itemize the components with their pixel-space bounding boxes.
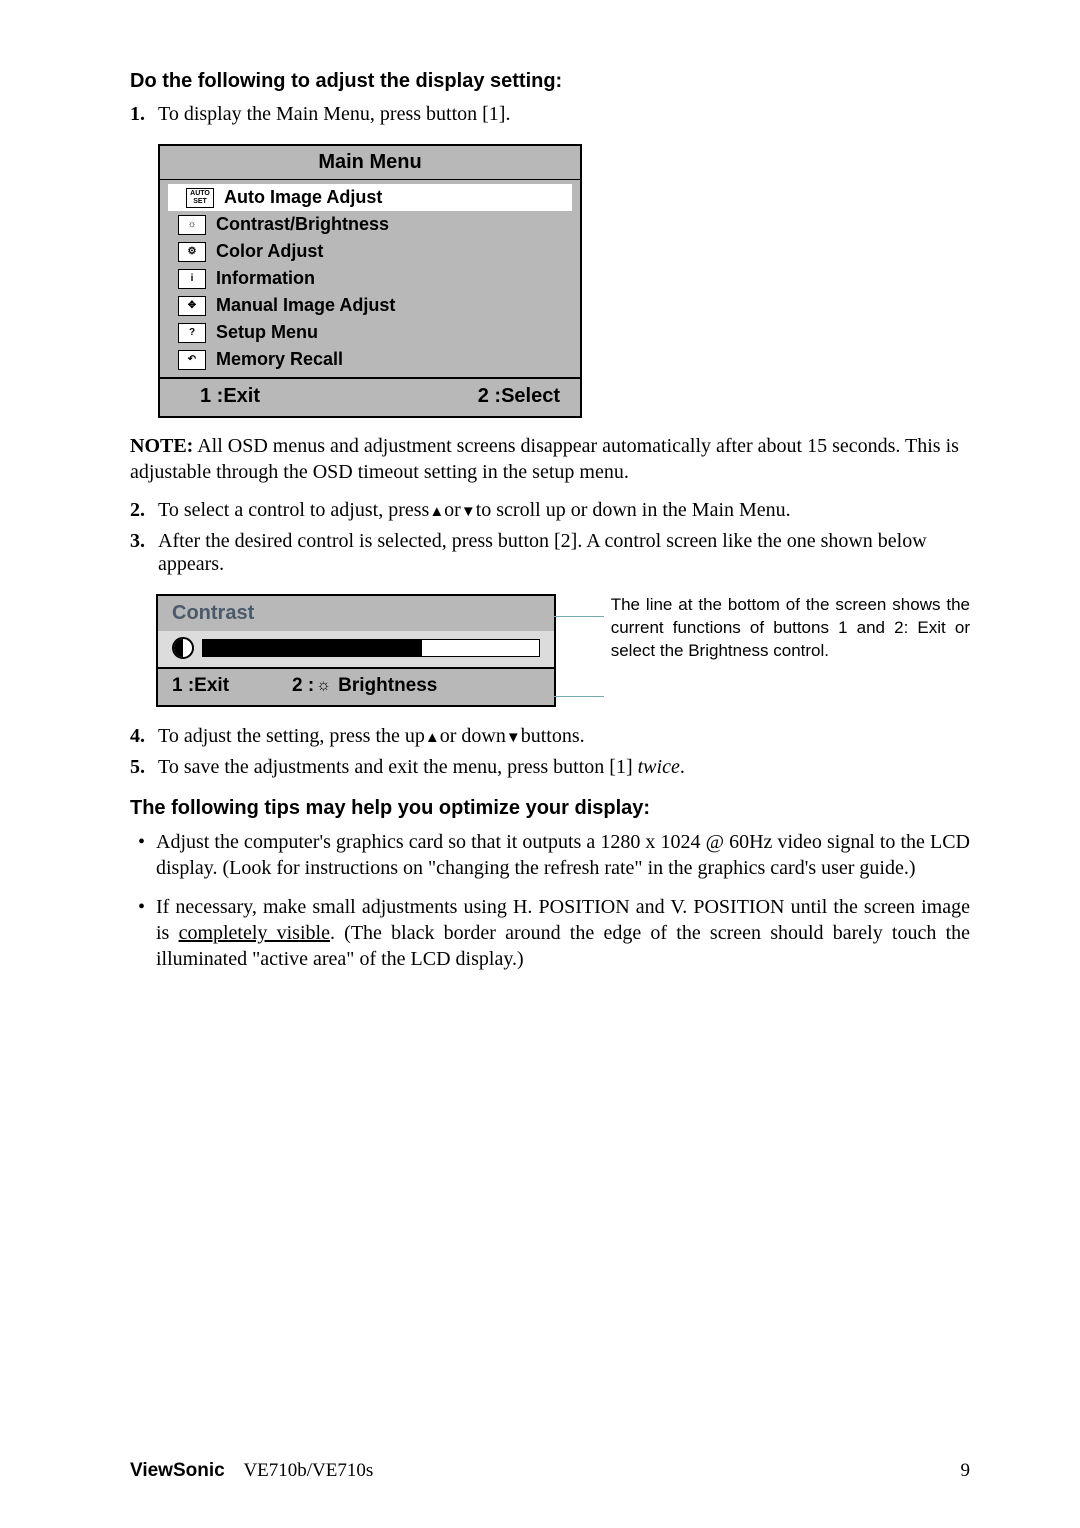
info-icon: i <box>178 269 206 289</box>
osd-label: Auto Image Adjust <box>224 187 382 208</box>
osd-body: AUTOSET Auto Image Adjust ☼ Contrast/Bri… <box>160 180 580 377</box>
osd-label: Contrast/Brightness <box>216 214 389 235</box>
step-text: To display the Main Menu, press button [… <box>158 103 970 126</box>
auto-set-icon: AUTOSET <box>186 188 214 208</box>
osd-row-auto-image-adjust: AUTOSET Auto Image Adjust <box>168 184 572 211</box>
text-part: or <box>444 499 461 521</box>
note-label: NOTE: <box>130 435 193 457</box>
memory-recall-icon: ↶ <box>178 350 206 370</box>
color-adjust-icon: ⚙ <box>178 242 206 262</box>
section-heading: Do the following to adjust the display s… <box>130 70 970 93</box>
text-part: . <box>680 756 685 778</box>
osd-footer: 1 :Exit 2 :Select <box>160 377 580 416</box>
page-number: 9 <box>961 1460 971 1482</box>
step-number: 2. <box>130 499 158 522</box>
text-part: buttons. <box>521 725 585 747</box>
sun-icon: ☼ <box>316 678 331 694</box>
footer-brand: ViewSonic <box>130 1460 225 1481</box>
step-number: 3. <box>130 530 158 576</box>
main-menu-osd: Main Menu AUTOSET Auto Image Adjust ☼ Co… <box>158 144 582 418</box>
osd-label: Color Adjust <box>216 241 323 262</box>
callout-text: The line at the bottom of the screen sho… <box>611 594 970 663</box>
step-text: To adjust the setting, press the up or do… <box>158 725 970 748</box>
tip-bullet-1: Adjust the computer's graphics card so t… <box>130 830 970 881</box>
osd-footer-select: 2 :Select <box>478 385 560 408</box>
slider-fill <box>203 640 422 656</box>
osd-label: Memory Recall <box>216 349 343 370</box>
text-part: or down <box>440 725 506 747</box>
osd-footer-exit: 1 :Exit <box>200 385 478 408</box>
text-part: To adjust the setting, press the up <box>158 725 425 747</box>
section-heading: The following tips may help you optimize… <box>130 797 970 820</box>
contrast-icon <box>172 637 194 659</box>
step-text: After the desired control is selected, p… <box>158 530 970 576</box>
contrast-footer: 1 :Exit 2 :☼ Brightness <box>158 667 554 705</box>
text-emphasis: twice <box>638 756 680 778</box>
step-number: 4. <box>130 725 158 748</box>
brightness-icon: ☼ <box>178 215 206 235</box>
step-text: To save the adjustments and exit the men… <box>158 756 970 779</box>
step-1: 1. To display the Main Menu, press butto… <box>130 103 970 126</box>
down-arrow-icon <box>506 725 521 747</box>
manual-adjust-icon: ✥ <box>178 296 206 316</box>
step-number: 1. <box>130 103 158 126</box>
osd-label: Information <box>216 268 315 289</box>
contrast-footer-brightness: 2 :☼ Brightness <box>292 675 437 697</box>
osd-row-setup-menu: ? Setup Menu <box>160 319 580 346</box>
note-paragraph: NOTE: All OSD menus and adjustment scree… <box>130 434 970 485</box>
contrast-footer-exit: 1 :Exit <box>172 675 292 697</box>
setup-menu-icon: ? <box>178 323 206 343</box>
step-text: To select a control to adjust, press orto… <box>158 499 970 522</box>
tip-bullet-2: If necessary, make small adjustments usi… <box>130 895 970 972</box>
step-4: 4. To adjust the setting, press the up or… <box>130 725 970 748</box>
text-part: To select a control to adjust, press <box>158 499 429 521</box>
osd-title: Main Menu <box>160 146 580 180</box>
osd-label: Setup Menu <box>216 322 318 343</box>
step-2: 2. To select a control to adjust, press o… <box>130 499 970 522</box>
text-underline: completely visible <box>179 922 330 944</box>
step-3: 3. After the desired control is selected… <box>130 530 970 576</box>
page-footer: ViewSonic VE710b/VE710s 9 <box>130 1460 970 1482</box>
osd-row-contrast-brightness: ☼ Contrast/Brightness <box>160 211 580 238</box>
footer-model: VE710b/VE710s <box>243 1460 373 1481</box>
osd-row-color-adjust: ⚙ Color Adjust <box>160 238 580 265</box>
step-5: 5. To save the adjustments and exit the … <box>130 756 970 779</box>
up-arrow-icon <box>429 499 444 521</box>
slider-track <box>202 639 540 657</box>
note-text: All OSD menus and adjustment screens dis… <box>130 435 959 483</box>
osd-row-memory-recall: ↶ Memory Recall <box>160 346 580 373</box>
down-arrow-icon <box>461 499 476 521</box>
osd-label: Manual Image Adjust <box>216 295 395 316</box>
step-number: 5. <box>130 756 158 779</box>
text-part: To save the adjustments and exit the men… <box>158 756 638 778</box>
contrast-slider-row <box>158 631 554 667</box>
contrast-osd: Contrast 1 :Exit 2 :☼ Brightness <box>156 594 556 707</box>
osd-row-information: i Information <box>160 265 580 292</box>
osd-row-manual-image-adjust: ✥ Manual Image Adjust <box>160 292 580 319</box>
contrast-title: Contrast <box>158 596 554 631</box>
up-arrow-icon <box>425 725 440 747</box>
text-part: to scroll up or down in the Main Menu. <box>476 499 791 521</box>
